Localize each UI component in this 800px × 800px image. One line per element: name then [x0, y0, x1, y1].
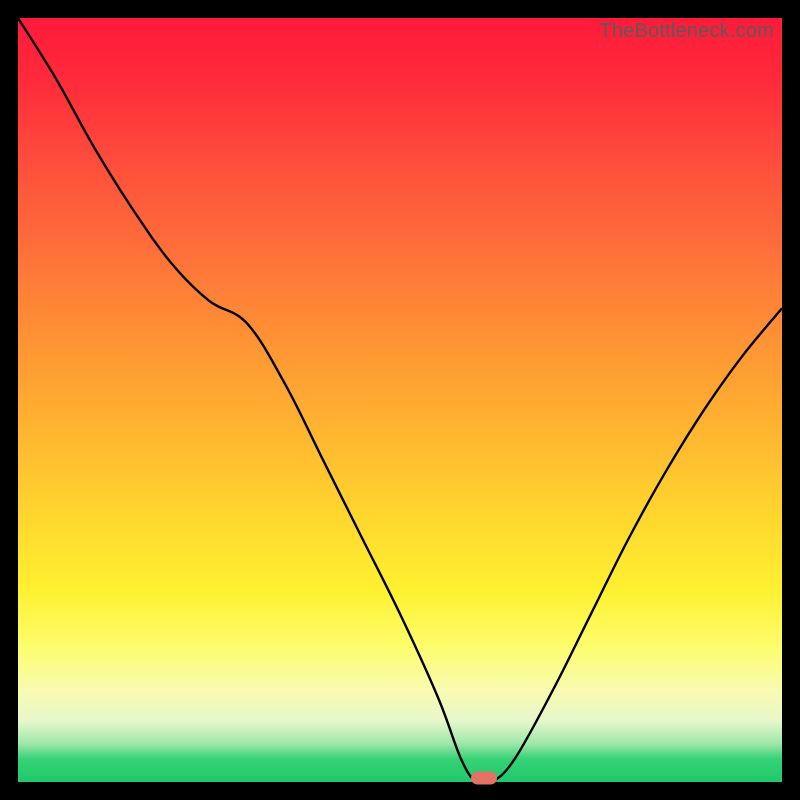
plot-area: TheBottleneck.com: [18, 18, 782, 782]
bottleneck-curve: [18, 18, 782, 782]
chart-frame: TheBottleneck.com: [0, 0, 800, 800]
curve-path: [18, 18, 782, 782]
optimal-marker: [471, 772, 497, 785]
